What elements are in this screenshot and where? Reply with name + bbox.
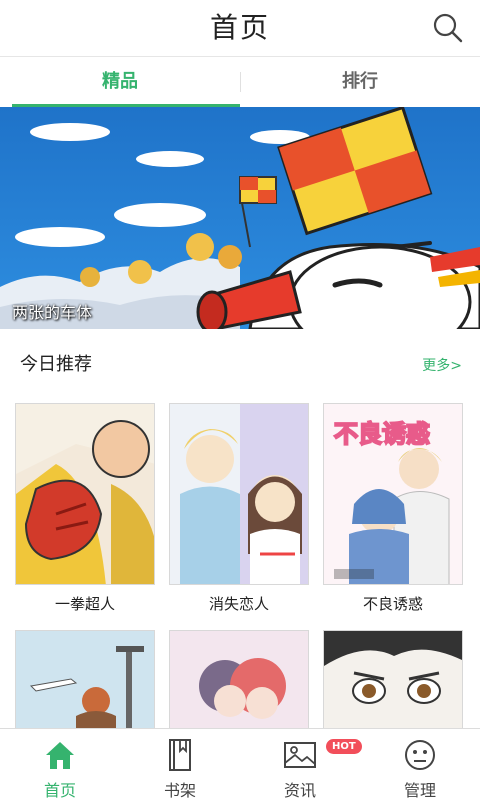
nav-label: 管理 <box>403 781 436 800</box>
nav-home[interactable]: 首页 <box>0 729 120 801</box>
carousel-dot[interactable] <box>446 308 453 315</box>
cover-art <box>170 631 308 729</box>
carousel-dot[interactable] <box>407 308 414 315</box>
cover-art <box>170 404 308 584</box>
cover-art: 不良诱惑 <box>324 404 462 584</box>
comic-cover[interactable] <box>15 630 155 730</box>
bottom-nav: 首页 书架 资讯 HOT 管理 <box>0 728 480 801</box>
hot-badge: HOT <box>326 739 362 754</box>
carousel-dot[interactable] <box>433 308 440 315</box>
image-icon <box>284 742 316 768</box>
banner-caption: 两张的车体 <box>12 303 93 322</box>
comic-cover[interactable] <box>169 403 309 585</box>
face-icon <box>405 740 435 770</box>
cover-art <box>16 631 154 729</box>
bookshelf-icon <box>169 739 191 771</box>
cover-art <box>16 404 154 584</box>
carousel-dots <box>407 308 466 315</box>
comic-cover[interactable] <box>169 630 309 730</box>
cover-title-text: 不良诱惑 <box>334 420 430 448</box>
comic-cover[interactable]: 不良诱惑 <box>323 403 463 585</box>
nav-bookshelf[interactable]: 书架 <box>120 729 240 801</box>
nav-label: 书架 <box>163 781 196 800</box>
comic-title[interactable]: 消失恋人 <box>169 593 309 614</box>
nav-label: 资讯 <box>283 781 316 800</box>
tab-ranking[interactable]: 排行 <box>240 57 480 107</box>
comic-cover[interactable] <box>323 630 463 730</box>
comic-title[interactable]: 不良诱惑 <box>323 593 463 614</box>
tab-featured[interactable]: 精品 <box>0 57 240 107</box>
nav-label: 首页 <box>43 781 76 800</box>
section-title: 今日推荐 <box>20 354 92 375</box>
banner-carousel[interactable]: 两张的车体 <box>0 107 480 329</box>
banner-image <box>0 107 480 329</box>
cover-art <box>324 631 462 729</box>
more-link[interactable]: 更多> <box>422 355 462 375</box>
tab-bar: 精品 排行 <box>0 57 480 107</box>
nav-manage[interactable]: 管理 <box>360 729 480 801</box>
comic-cover[interactable] <box>15 403 155 585</box>
home-icon <box>46 742 74 769</box>
carousel-dot[interactable] <box>420 308 427 315</box>
header-bar: 首页 <box>0 0 480 57</box>
comic-title[interactable]: 一拳超人 <box>15 593 155 614</box>
page-title: 首页 <box>209 11 270 44</box>
search-button[interactable] <box>430 10 466 46</box>
carousel-dot[interactable] <box>459 308 466 315</box>
search-icon <box>433 13 463 43</box>
